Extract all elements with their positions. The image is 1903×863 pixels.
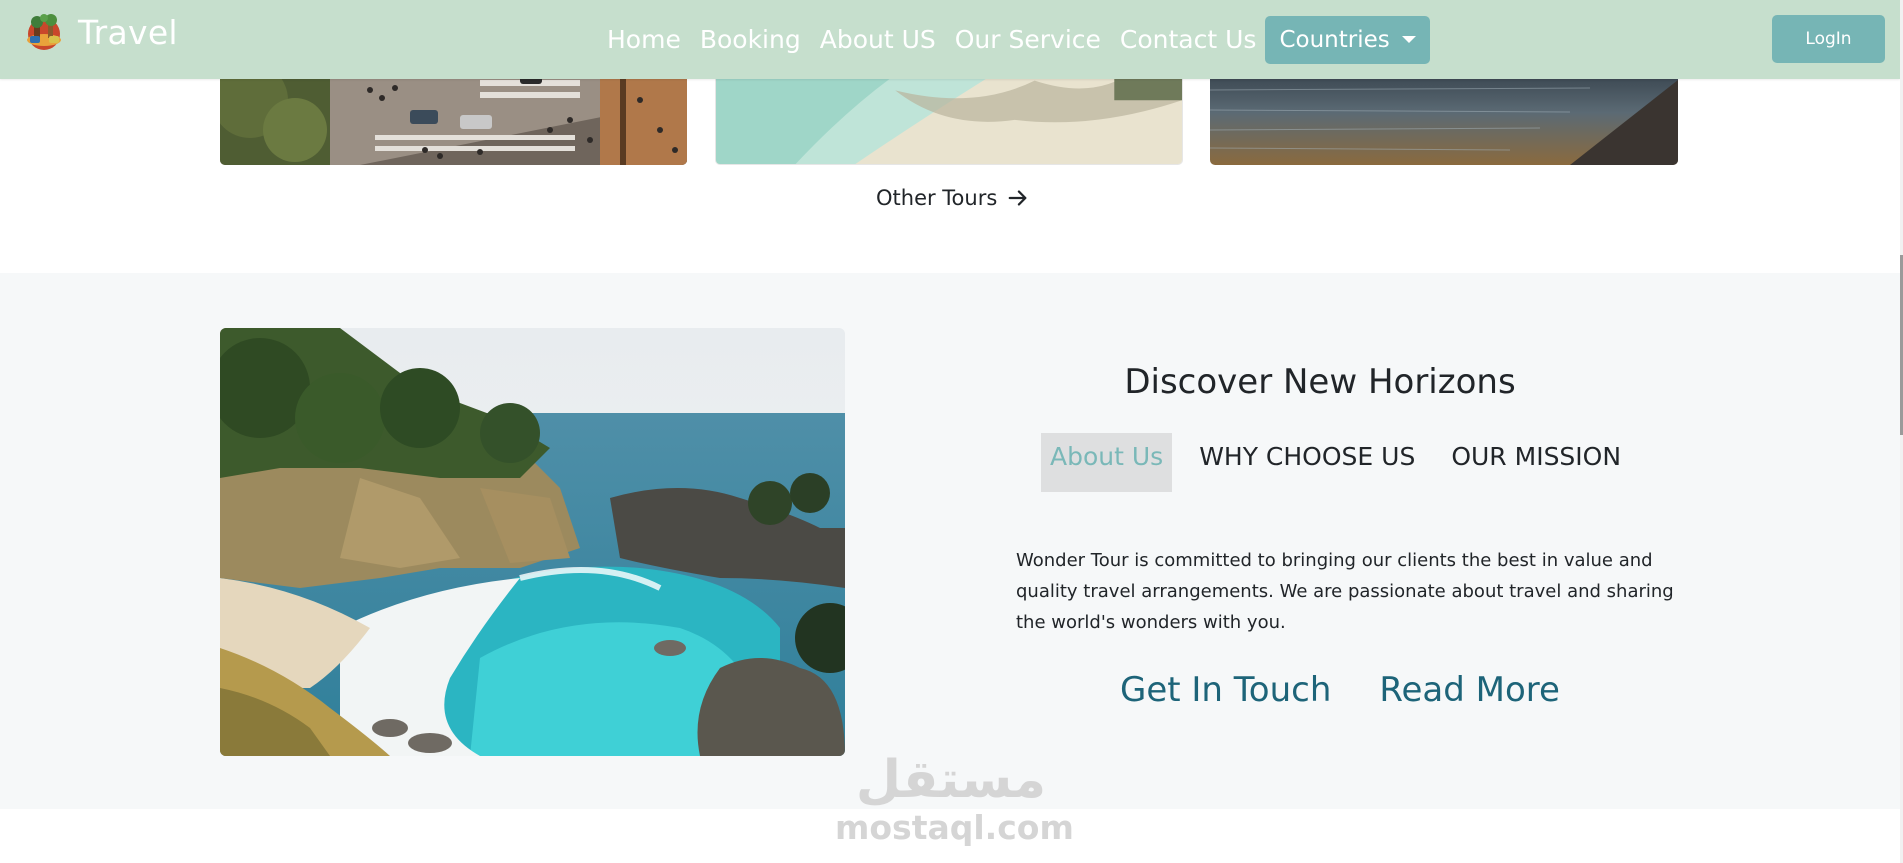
- mostaql-watermark: مستقل mostaql.com: [835, 750, 1074, 847]
- nav-link-booking[interactable]: Booking: [700, 25, 801, 54]
- brand[interactable]: Travel: [22, 10, 178, 54]
- nav-link-about[interactable]: About US: [820, 25, 936, 54]
- section-title: Discover New Horizons: [1124, 362, 1516, 402]
- nav-link-contact[interactable]: Contact Us: [1120, 25, 1257, 54]
- about-description: Wonder Tour is committed to bringing our…: [1016, 550, 1674, 633]
- nav-links: Home Booking About US Our Service Contac…: [607, 0, 1430, 79]
- watermark-latin-text: mostaql.com: [835, 808, 1074, 847]
- countries-label: Countries: [1279, 26, 1390, 53]
- watermark-arabic-text: مستقل: [855, 750, 1047, 810]
- brand-logo-icon: [27, 14, 61, 50]
- top-navbar: Travel Home Booking About US Our Service…: [0, 0, 1900, 79]
- other-tours-link[interactable]: Other Tours: [876, 186, 1029, 210]
- get-in-touch-link[interactable]: Get In Touch: [1120, 670, 1331, 710]
- read-more-link[interactable]: Read More: [1379, 670, 1560, 710]
- brand-name: Travel: [78, 12, 178, 52]
- arrow-right-icon: [1008, 190, 1027, 206]
- about-actions: Get In Touch Read More: [1120, 670, 1560, 710]
- other-tours-label: Other Tours: [876, 186, 998, 210]
- nav-link-home[interactable]: Home: [607, 25, 681, 54]
- login-button[interactable]: LogIn: [1772, 15, 1885, 63]
- countries-dropdown-button[interactable]: Countries: [1265, 15, 1430, 64]
- coastal-cove-image: [220, 328, 845, 756]
- tab-about-us[interactable]: About Us: [1041, 433, 1173, 492]
- page: Travel Home Booking About US Our Service…: [0, 0, 1903, 863]
- nav-link-our-service[interactable]: Our Service: [955, 25, 1101, 54]
- about-tabs: About Us WHY CHOOSE US OUR MISSION: [1041, 433, 1630, 492]
- tab-our-mission[interactable]: OUR MISSION: [1442, 433, 1630, 492]
- caret-down-icon: [1401, 36, 1416, 43]
- about-photo: [220, 328, 845, 756]
- tab-why-choose-us[interactable]: WHY CHOOSE US: [1190, 433, 1424, 492]
